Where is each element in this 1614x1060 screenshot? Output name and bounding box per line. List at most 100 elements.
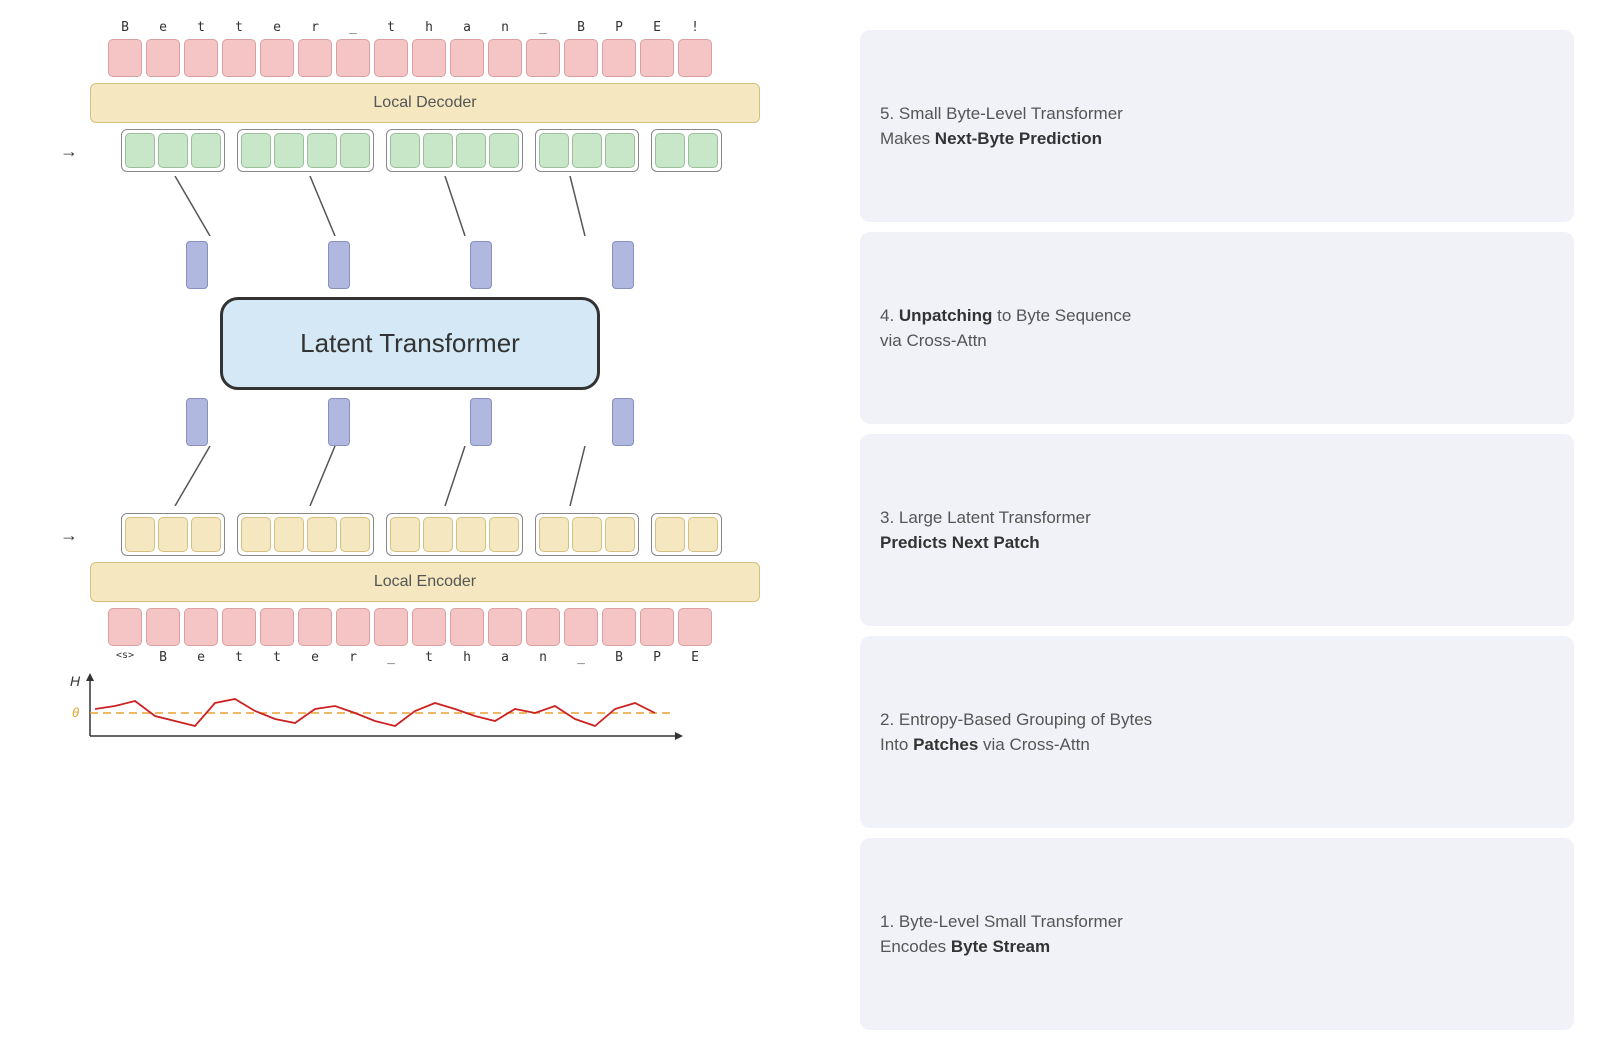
token — [108, 39, 142, 77]
step-3-box: 3. Large Latent TransformerPredicts Next… — [860, 434, 1574, 626]
token — [146, 608, 180, 646]
upper-patch-token — [612, 241, 634, 289]
char-label-bottom: _ — [374, 650, 408, 665]
char-label: E — [640, 20, 674, 35]
yellow-token — [489, 517, 519, 552]
char-label: t — [374, 20, 408, 35]
char-label: _ — [336, 20, 370, 35]
char-label: t — [222, 20, 256, 35]
token — [336, 608, 370, 646]
token — [412, 608, 446, 646]
yellow-token — [307, 517, 337, 552]
char-label-bottom: n — [526, 650, 560, 665]
token — [412, 39, 446, 77]
char-label: a — [450, 20, 484, 35]
char-label-bottom: B — [602, 650, 636, 665]
char-label: ! — [678, 20, 712, 35]
token — [526, 39, 560, 77]
yellow-token — [125, 517, 155, 552]
token — [184, 608, 218, 646]
token — [298, 39, 332, 77]
green-token — [539, 133, 569, 168]
yellow-token — [655, 517, 685, 552]
token — [108, 608, 142, 646]
char-label-bottom: r — [336, 650, 370, 665]
token — [222, 39, 256, 77]
upper-connector-svg — [80, 176, 740, 236]
token — [260, 608, 294, 646]
token — [374, 608, 408, 646]
green-token — [572, 133, 602, 168]
token — [564, 39, 598, 77]
yellow-token — [158, 517, 188, 552]
green-patch-group — [651, 129, 722, 172]
token — [184, 39, 218, 77]
lower-connector-svg — [80, 446, 740, 506]
green-patch-group — [121, 129, 225, 172]
step-2-box: 2. Entropy-Based Grouping of BytesInto P… — [860, 636, 1574, 828]
step-5-text: 5. Small Byte-Level TransformerMakes Nex… — [880, 101, 1123, 152]
yellow-token — [340, 517, 370, 552]
yellow-token — [423, 517, 453, 552]
lower-patch-token — [328, 398, 350, 446]
right-panel: 5. Small Byte-Level TransformerMakes Nex… — [820, 0, 1614, 1060]
yellow-token — [456, 517, 486, 552]
yellow-patch-group — [386, 513, 523, 556]
yellow-token — [539, 517, 569, 552]
token — [526, 608, 560, 646]
yellow-token — [688, 517, 718, 552]
token — [640, 39, 674, 77]
left-panel: B e t t e r _ t h a n _ B P E ! — [0, 0, 820, 1060]
green-patch-group — [535, 129, 639, 172]
yellow-patch-group — [121, 513, 225, 556]
green-patch-group — [237, 129, 374, 172]
lower-patch-token — [186, 398, 208, 446]
token — [450, 608, 484, 646]
char-label-bottom: t — [222, 650, 256, 665]
step-1-text: 1. Byte-Level Small TransformerEncodes B… — [880, 909, 1123, 960]
green-token — [191, 133, 221, 168]
lower-patch-token — [612, 398, 634, 446]
svg-text:H: H — [70, 673, 81, 689]
yellow-token — [605, 517, 635, 552]
char-label-bottom: P — [640, 650, 674, 665]
char-label: h — [412, 20, 446, 35]
svg-text:θ: θ — [72, 705, 79, 720]
local-decoder-box: Local Decoder — [90, 83, 760, 123]
char-label: e — [146, 20, 180, 35]
step-1-box: 1. Byte-Level Small TransformerEncodes B… — [860, 838, 1574, 1030]
yellow-patch-group — [535, 513, 639, 556]
char-label-bottom: a — [488, 650, 522, 665]
green-token — [456, 133, 486, 168]
token — [222, 608, 256, 646]
latent-transformer-box: Latent Transformer — [220, 297, 600, 390]
token — [640, 608, 674, 646]
token — [488, 39, 522, 77]
char-label-bottom: e — [298, 650, 332, 665]
upper-patch-token — [470, 241, 492, 289]
token — [602, 608, 636, 646]
char-label: P — [602, 20, 636, 35]
char-label: r — [298, 20, 332, 35]
token — [374, 39, 408, 77]
entropy-chart: H θ — [60, 671, 700, 761]
char-label: n — [488, 20, 522, 35]
yellow-token — [572, 517, 602, 552]
arrow-left-top: → — [60, 141, 78, 162]
token — [564, 608, 598, 646]
green-token — [423, 133, 453, 168]
step-4-box: 4. Unpatching to Byte Sequencevia Cross-… — [860, 232, 1574, 424]
char-label: B — [108, 20, 142, 35]
token — [146, 39, 180, 77]
yellow-patch-group — [237, 513, 374, 556]
green-token — [340, 133, 370, 168]
green-token — [655, 133, 685, 168]
token — [488, 608, 522, 646]
token — [602, 39, 636, 77]
token — [298, 608, 332, 646]
char-label-bottom: B — [146, 650, 180, 665]
green-token — [125, 133, 155, 168]
upper-patch-token — [186, 241, 208, 289]
green-token — [158, 133, 188, 168]
yellow-token — [191, 517, 221, 552]
